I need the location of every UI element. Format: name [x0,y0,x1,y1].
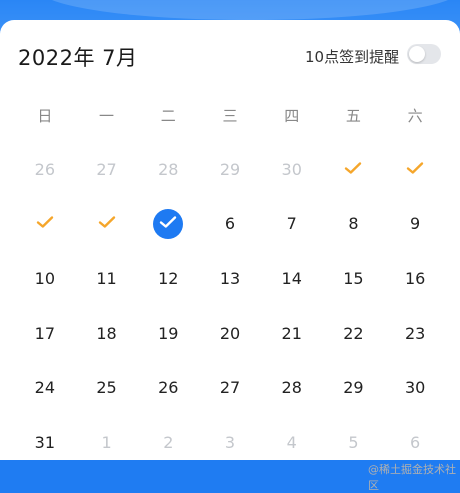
day-label: 16 [404,268,426,288]
day-label: 22 [343,323,364,343]
day-cell[interactable]: 29 [323,360,385,415]
day-cell[interactable]: 22 [323,306,385,361]
day-cell[interactable]: 4 [261,415,323,470]
day-label: 27 [96,159,117,179]
day-cell[interactable]: 25 [76,360,138,415]
weekday-wed: 三 [222,107,238,125]
reminder-toggle[interactable] [407,44,441,64]
day-cell[interactable]: 6 [199,197,261,252]
day-cell[interactable]: 24 [14,360,76,415]
day-cell[interactable]: 14 [261,251,323,306]
day-label: 4 [286,432,297,452]
day-cell[interactable]: 16 [384,251,446,306]
day-label: 1 [101,432,112,452]
day-cell[interactable]: 7 [261,197,323,252]
day-cell[interactable]: 11 [76,251,138,306]
day-cell[interactable]: 3 [199,415,261,470]
day-label: 29 [219,159,241,179]
day-label: 21 [281,323,302,343]
day-cell[interactable]: 31 [14,415,76,470]
day-label: 27 [219,378,241,398]
day-label: 12 [158,268,179,288]
header-glow [40,0,460,20]
month-title[interactable]: 2022年 7月 [18,42,137,72]
day-label: 6 [410,432,421,452]
day-cell[interactable]: 28 [261,360,323,415]
day-cell[interactable]: 27 [199,360,261,415]
day-cell[interactable]: 2 [137,415,199,470]
weekday-sun: 日 [37,107,53,125]
day-label: 3 [224,432,236,452]
day-cell[interactable]: 9 [384,197,446,252]
day-label: 6 [224,214,236,234]
day-label: 25 [96,378,117,398]
day-cell[interactable]: 29 [199,142,261,197]
checkmark-icon [159,214,177,233]
day-label: 28 [281,378,302,398]
calendar-card: 2022年 7月 10点签到提醒 日 一 二 三 四 五 六 26 27 28 29 3… [0,20,460,492]
day-cell[interactable]: 19 [137,306,199,361]
day-label: 11 [96,268,117,288]
day-label: 30 [281,159,302,179]
day-cell[interactable] [384,142,446,197]
weekday-thu: 四 [284,107,300,125]
day-grid: 26 27 28 29 30 6 7 8 9 10 11 12 13 14 15 16 17 18 19 20 21 22… [14,142,446,470]
weekday-fri: 五 [345,107,361,125]
weekday-tue: 二 [160,107,176,125]
day-cell[interactable]: 30 [261,142,323,197]
day-label: 17 [34,323,56,343]
day-label: 24 [34,378,56,398]
day-cell[interactable]: 10 [14,251,76,306]
day-label: 15 [343,268,364,288]
day-cell[interactable]: 12 [137,251,199,306]
day-cell[interactable]: 15 [323,251,385,306]
reminder-label: 10点签到提醒 [305,48,400,66]
day-label: 13 [219,268,241,288]
day-label: 7 [286,214,297,234]
day-label: 2 [163,432,174,452]
day-cell[interactable]: 27 [76,142,138,197]
day-label: 26 [34,159,56,179]
day-label: 31 [34,432,56,452]
day-cell[interactable]: 28 [137,142,199,197]
day-label: 5 [348,432,359,452]
day-cell[interactable] [323,142,385,197]
day-cell[interactable]: 23 [384,306,446,361]
day-label: 30 [404,378,426,398]
weekday-header: 日 一 二 三 四 五 六 [14,104,446,128]
day-label: 14 [281,268,302,288]
day-label: 9 [410,214,421,234]
checkmark-icon [406,160,424,179]
day-cell[interactable] [76,197,138,252]
day-cell[interactable]: 1 [76,415,138,470]
day-label: 23 [404,323,426,343]
day-label: 29 [343,378,364,398]
toggle-knob [409,46,425,62]
weekday-sat: 六 [407,107,423,125]
day-cell[interactable]: 17 [14,306,76,361]
day-label: 28 [158,159,179,179]
day-cell[interactable]: 18 [76,306,138,361]
checkmark-icon [98,214,116,233]
day-cell[interactable] [137,197,199,252]
day-cell[interactable]: 30 [384,360,446,415]
day-cell[interactable]: 13 [199,251,261,306]
day-cell[interactable]: 20 [199,306,261,361]
watermark: @稀土掘金技术社区 [368,463,456,492]
day-label: 19 [158,323,179,343]
day-label: 10 [34,268,56,288]
day-cell[interactable]: 21 [261,306,323,361]
day-label: 20 [219,323,241,343]
checkmark-icon [344,160,362,179]
checkmark-circle-icon [153,208,184,239]
day-cell[interactable]: 26 [14,142,76,197]
day-label: 26 [158,378,179,398]
day-cell[interactable]: 26 [137,360,199,415]
day-label: 8 [348,214,359,234]
day-cell[interactable] [14,197,76,252]
weekday-mon: 一 [99,107,115,125]
day-label: 18 [96,323,117,343]
checkmark-icon [36,214,54,233]
day-cell[interactable]: 8 [323,197,385,252]
